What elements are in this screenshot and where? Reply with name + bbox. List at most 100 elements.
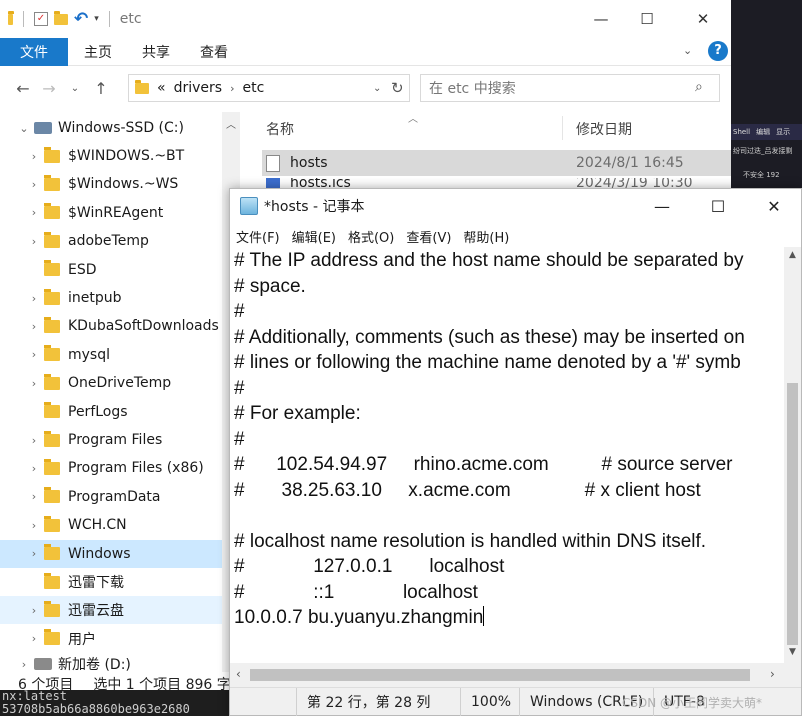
column-modified[interactable]: 修改日期 [576,119,632,139]
menu-help[interactable]: 帮助(H) [457,227,515,246]
chevron-down-icon[interactable]: ⌄ [14,122,34,135]
tree-item-folder[interactable]: › OneDriveTemp [0,369,222,397]
maximize-button[interactable]: ☐ [624,0,670,38]
tab-view[interactable]: 查看 [185,42,243,62]
tree-item-label: $Windows.~WS [68,176,179,193]
tree-item-drive-c[interactable]: ⌄ Windows-SSD (C:) [14,114,236,142]
scroll-down-icon[interactable]: ▼ [784,647,801,657]
menu-file[interactable]: 文件(F) [230,227,286,246]
close-button[interactable]: ✕ [680,0,726,38]
chevron-right-icon[interactable]: › [24,320,44,333]
tree-item-label: KDubaSoftDownloads [68,318,219,335]
notepad-icon [240,197,258,215]
forward-arrow-icon[interactable]: → [36,79,62,98]
scroll-left-icon[interactable]: ‹ [236,667,241,681]
close-button[interactable]: ✕ [746,189,802,223]
tree-item-folder[interactable]: › Windows [0,539,222,568]
tree-item-folder[interactable]: › mysql [0,341,222,369]
tree-item-folder[interactable]: 迅雷下载 [0,568,222,596]
search-icon[interactable]: ⌕ [695,79,703,95]
new-folder-icon[interactable] [54,10,68,25]
up-arrow-icon[interactable]: ↑ [88,79,114,98]
tree-item-folder[interactable]: › ProgramData [0,483,222,511]
text-caret [483,606,485,626]
help-icon[interactable]: ? [708,41,728,61]
file-row-hosts[interactable]: hosts 2024/8/1 16:45 [262,150,731,176]
chevron-right-icon[interactable]: › [24,377,44,390]
folder-icon [44,260,60,277]
tree-item-drive-d[interactable]: › 新加卷 (D:) [14,654,236,674]
scrollbar-thumb[interactable] [250,669,750,681]
menu-view[interactable]: 显示 [776,127,790,137]
chevron-right-icon[interactable]: › [24,434,44,447]
chevron-right-icon[interactable]: › [24,150,44,163]
chevron-right-icon: › [230,81,235,95]
scrollbar-thumb[interactable] [787,383,798,645]
address-prefix[interactable]: « [157,80,166,96]
back-arrow-icon[interactable]: ← [10,79,36,98]
tree-item-folder[interactable]: ESD [0,256,222,284]
text-line: # 102.54.94.97 rhino.acme.com # source s… [234,453,732,477]
text-line-content: # lines or following the machine name de… [234,352,741,373]
breadcrumb-etc[interactable]: etc [242,80,264,96]
tab-file[interactable]: 文件 [0,37,68,66]
menu-edit[interactable]: 编辑(E) [286,227,342,246]
search-input[interactable]: 在 etc 中搜索 ⌕ [420,74,720,102]
undo-icon[interactable]: ↶ [74,9,88,29]
menu-edit[interactable]: 编辑 [756,127,770,137]
refresh-icon[interactable]: ↻ [391,79,404,97]
chevron-right-icon[interactable]: › [24,292,44,305]
scroll-up-icon[interactable]: ︿ [222,112,240,131]
tree-item-label: inetpub [68,290,122,306]
tab-home[interactable]: 主页 [68,42,127,62]
tab-share[interactable]: 共享 [127,42,185,62]
tree-item-folder[interactable]: › 用户 [0,625,222,653]
address-bar[interactable]: « drivers › etc ⌄ ↻ [128,74,410,102]
tree-item-folder[interactable]: › $Windows.~WS [0,170,222,198]
tree-item-folder[interactable]: › $WINDOWS.~BT [0,142,222,170]
chevron-right-icon[interactable]: › [24,235,44,248]
scroll-up-icon[interactable]: ▲ [784,247,801,260]
tree-item-folder[interactable]: › Program Files [0,426,222,454]
properties-icon[interactable]: ✓ [34,12,48,26]
file-row-hosts-ics[interactable]: hosts.ics 2024/3/19 10:30 [262,178,731,188]
maximize-button[interactable]: ☐ [690,189,746,223]
tree-item-folder[interactable]: PerfLogs [0,398,222,426]
customize-dropdown-icon[interactable]: ▾ [94,14,99,24]
scroll-right-icon[interactable]: › [770,667,775,681]
chevron-right-icon[interactable]: › [24,632,44,645]
chevron-right-icon[interactable]: › [14,658,34,671]
tree-item-folder[interactable]: › inetpub [0,284,222,312]
column-name[interactable]: 名称 [266,119,294,139]
chevron-right-icon[interactable]: › [24,490,44,503]
text-line-content: # 38.25.63.10 x.acme.com # x client host [234,479,701,501]
notepad-vertical-scrollbar[interactable]: ▲ ▼ [784,247,801,663]
chevron-right-icon[interactable]: › [24,348,44,361]
drive-icon [34,122,52,134]
tree-item-folder[interactable]: › $WinREAgent [0,199,222,227]
text-line-content: # 127.0.0.1 localhost [234,556,505,577]
notepad-text-area[interactable]: # The IP address and the host name shoul… [230,247,784,663]
chevron-right-icon[interactable]: › [24,519,44,532]
menu-shell[interactable]: Shell [733,128,750,136]
minimize-button[interactable]: — [578,0,624,38]
breadcrumb-drivers[interactable]: drivers [174,80,222,96]
chevron-right-icon[interactable]: › [24,547,44,560]
tree-item-folder[interactable]: › KDubaSoftDownloads [0,312,222,340]
tree-item-folder[interactable]: › 迅雷云盘 [0,596,222,625]
menu-view[interactable]: 查看(V) [400,227,457,246]
tree-item-folder[interactable]: › Program Files (x86) [0,454,222,482]
expand-ribbon-icon[interactable]: ⌄ [683,44,692,57]
chevron-right-icon[interactable]: › [24,178,44,191]
minimize-button[interactable]: — [634,189,690,223]
folder-icon [44,174,60,191]
notepad-horizontal-scrollbar[interactable]: ‹ › [230,663,801,687]
address-dropdown-icon[interactable]: ⌄ [373,83,381,94]
tree-item-folder[interactable]: › WCH.CN [0,511,222,539]
tree-item-folder[interactable]: › adobeTemp [0,227,222,255]
chevron-right-icon[interactable]: › [24,462,44,475]
menu-format[interactable]: 格式(O) [342,227,400,246]
chevron-right-icon[interactable]: › [24,604,44,617]
recent-locations-icon[interactable]: ⌄ [62,83,88,94]
chevron-right-icon[interactable]: › [24,206,44,219]
